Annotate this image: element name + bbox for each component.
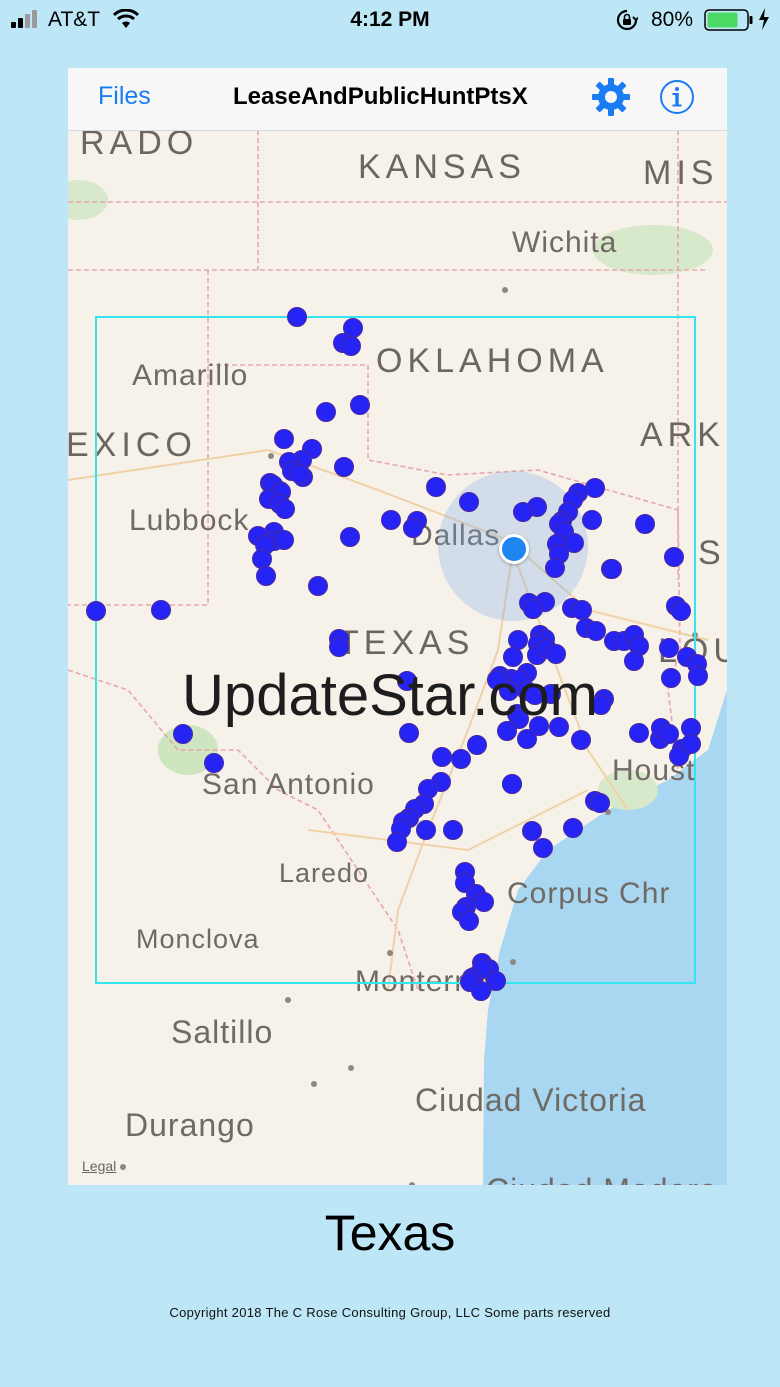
hunt-point-marker[interactable] [381, 510, 401, 530]
gear-icon[interactable] [590, 76, 632, 118]
hunt-point-marker[interactable] [545, 558, 565, 578]
hunt-point-marker[interactable] [308, 576, 328, 596]
hunt-point-marker[interactable] [274, 429, 294, 449]
hunt-point-marker[interactable] [403, 518, 423, 538]
hunt-point-marker[interactable] [571, 730, 591, 750]
region-name: Texas [324, 1205, 456, 1261]
hunt-point-marker[interactable] [316, 402, 336, 422]
hunt-point-marker[interactable] [290, 464, 310, 484]
hunt-point-marker[interactable] [467, 735, 487, 755]
hunt-point-marker[interactable] [426, 477, 446, 497]
hunt-point-marker[interactable] [602, 559, 622, 579]
hunt-point-marker[interactable] [585, 478, 605, 498]
info-icon[interactable] [659, 79, 695, 115]
hunt-point-marker[interactable] [287, 307, 307, 327]
battery-percent: 80% [651, 8, 694, 31]
hunt-point-marker[interactable] [334, 457, 354, 477]
hunt-point-marker[interactable] [459, 492, 479, 512]
hunt-point-marker[interactable] [443, 820, 463, 840]
hunt-point-marker[interactable] [533, 838, 553, 858]
hunt-point-marker[interactable] [350, 395, 370, 415]
app-window: Files LeaseAndPublicHuntPtsX RADO KANSAS… [68, 68, 727, 1185]
battery-icon [704, 9, 753, 31]
hunt-point-marker[interactable] [151, 600, 171, 620]
hunt-point-marker[interactable] [275, 499, 295, 519]
hunt-point-marker[interactable] [274, 530, 294, 550]
orientation-lock-icon [616, 9, 638, 31]
user-location-dot [499, 534, 529, 564]
hunt-point-marker[interactable] [546, 644, 566, 664]
hunt-point-marker[interactable] [664, 547, 684, 567]
hunt-point-marker[interactable] [635, 514, 655, 534]
hunt-point-marker[interactable] [582, 510, 602, 530]
hunt-point-marker[interactable] [416, 820, 436, 840]
hunt-point-marker[interactable] [340, 527, 360, 547]
hunt-point-marker[interactable] [513, 502, 533, 522]
hunt-point-marker[interactable] [387, 832, 407, 852]
hunt-point-marker[interactable] [572, 600, 592, 620]
bounding-box [95, 316, 696, 984]
hunt-point-marker[interactable] [474, 892, 494, 912]
watermark: UpdateStar.com [182, 663, 598, 728]
hunt-point-marker[interactable] [451, 749, 471, 769]
hunt-point-marker[interactable] [563, 818, 583, 838]
status-bar: AT&T 4:12 PM 80% [0, 0, 780, 40]
hunt-point-marker[interactable] [432, 747, 452, 767]
hunt-point-marker[interactable] [329, 637, 349, 657]
hunt-point-marker[interactable] [256, 566, 276, 586]
hunt-point-marker[interactable] [471, 981, 491, 1001]
hunt-point-marker[interactable] [459, 911, 479, 931]
files-button[interactable]: Files [98, 82, 151, 111]
hunt-point-marker[interactable] [586, 621, 606, 641]
hunt-point-marker[interactable] [659, 638, 679, 658]
hunt-point-marker[interactable] [671, 601, 691, 621]
legal-link[interactable]: Legal [82, 1158, 116, 1174]
hunt-point-marker[interactable] [341, 336, 361, 356]
copyright-text: Copyright 2018 The C Rose Consulting Gro… [169, 1305, 611, 1320]
hunt-point-marker[interactable] [517, 729, 537, 749]
hunt-point-marker[interactable] [523, 599, 543, 619]
nav-title: LeaseAndPublicHuntPtsX [233, 83, 528, 110]
hunt-point-marker[interactable] [502, 774, 522, 794]
hunt-point-marker[interactable] [86, 601, 106, 621]
charging-bolt-icon [759, 8, 769, 30]
navigation-bar: Files LeaseAndPublicHuntPtsX [68, 68, 727, 131]
hunt-point-marker[interactable] [681, 734, 701, 754]
hunt-point-marker[interactable] [590, 793, 610, 813]
hunt-point-marker[interactable] [204, 753, 224, 773]
points-layer [68, 68, 727, 1185]
